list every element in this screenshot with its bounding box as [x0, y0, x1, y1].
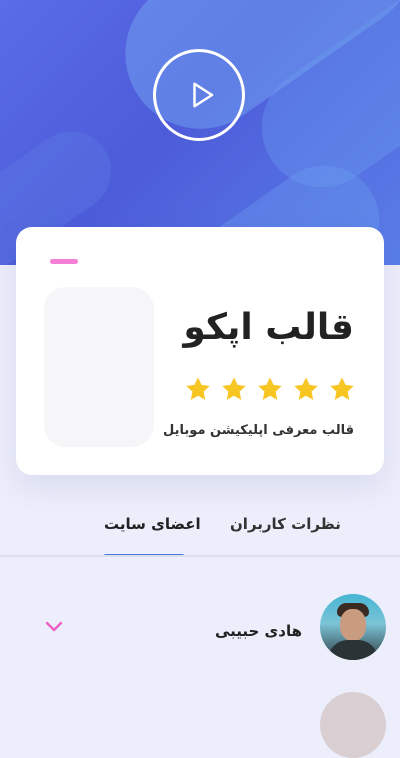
star-icon — [294, 377, 318, 400]
avatar — [320, 692, 386, 758]
accent-bar — [50, 259, 78, 264]
star-icon — [222, 377, 246, 400]
list-item[interactable]: هادی حبیبی — [0, 594, 400, 664]
app-info-card: قالب اپکو قالب معرفی اپلیکیشن موبایل — [16, 227, 384, 475]
play-icon — [193, 82, 214, 108]
hero-banner — [0, 0, 400, 265]
star-icon — [330, 377, 354, 400]
tab-user-reviews[interactable]: نظرات کاربران — [230, 515, 341, 533]
tab-bar: نظرات کاربران اعضای سایت — [0, 505, 400, 557]
tab-site-members[interactable]: اعضای سایت — [104, 515, 201, 533]
member-name: هادی حبیبی — [214, 622, 302, 640]
tab-divider — [0, 555, 400, 557]
app-title: قالب اپکو — [183, 307, 354, 348]
decor-shape — [44, 287, 154, 447]
star-icon — [186, 377, 210, 400]
app-subtitle: قالب معرفی اپلیکیشن موبایل — [163, 423, 354, 438]
chevron-down-icon[interactable] — [44, 620, 64, 634]
star-icon — [258, 377, 282, 400]
rating-stars — [184, 375, 356, 403]
play-video-button[interactable] — [153, 49, 245, 141]
avatar — [320, 594, 386, 660]
